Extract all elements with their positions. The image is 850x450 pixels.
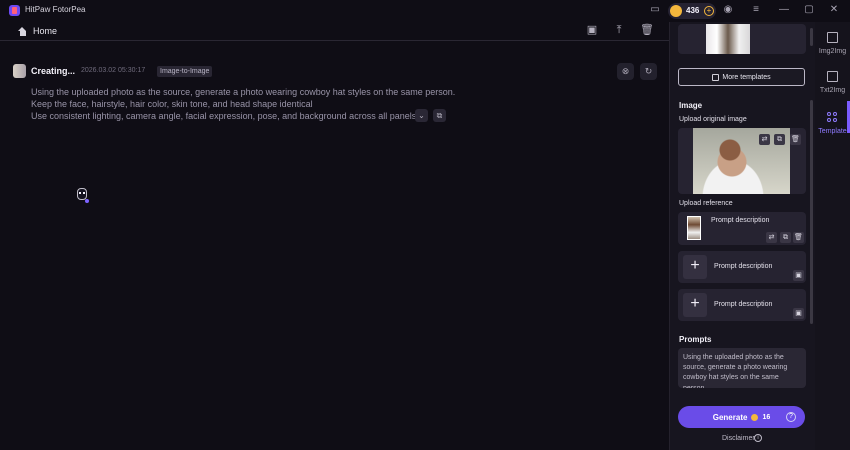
- task-thumbnail: [13, 64, 26, 78]
- prompt-line-1: Using the uploaded photo as the source, …: [31, 87, 456, 97]
- coin-balance[interactable]: 436 +: [668, 3, 716, 19]
- app-title: HitPaw FotorPea: [25, 5, 86, 14]
- reference-label: Prompt description: [714, 263, 773, 270]
- img2img-icon: [827, 32, 838, 43]
- rail-item-txt2img[interactable]: Txt2Img: [815, 66, 850, 102]
- expand-prompt-button[interactable]: ⌄: [415, 109, 428, 122]
- cancel-task-button[interactable]: ⊗: [617, 63, 634, 80]
- template-image: [706, 24, 750, 54]
- prompt-input[interactable]: Using the uploaded photo as the source, …: [678, 348, 806, 388]
- info-icon[interactable]: i: [754, 434, 762, 442]
- reference-thumbnail: [687, 216, 701, 240]
- home-label: Home: [33, 26, 58, 36]
- scrollbar-top[interactable]: [810, 28, 813, 46]
- template-grid-icon: [827, 112, 838, 123]
- add-reference-card[interactable]: + Prompt description ▣: [678, 251, 806, 283]
- generate-cost: 16: [762, 413, 771, 421]
- generate-button[interactable]: Generate 16 ?: [678, 406, 805, 428]
- reference-label: Prompt description: [714, 301, 773, 308]
- help-icon[interactable]: ?: [786, 412, 796, 422]
- reference-card[interactable]: Prompt description ⇄ ⧉ 🗑: [678, 212, 806, 245]
- message-icon[interactable]: ▭: [648, 3, 662, 17]
- replace-icon[interactable]: ⇄: [759, 134, 770, 145]
- app-window: HitPaw FotorPea ▭ 436 + ◉ ≡ — ▢ ✕ Home ▣…: [0, 0, 850, 450]
- disclaimer-link[interactable]: Disclaimer: [722, 435, 755, 442]
- image-icon[interactable]: ▣: [793, 308, 804, 319]
- image-icon[interactable]: ▣: [793, 270, 804, 281]
- header-divider: [0, 40, 670, 41]
- task-time: 05:30:17: [118, 67, 146, 74]
- add-reference-card[interactable]: + Prompt description ▣: [678, 289, 806, 321]
- more-templates-button[interactable]: More templates: [678, 68, 805, 86]
- home-icon: [18, 26, 27, 36]
- txt2img-icon: [827, 71, 838, 82]
- template-preview[interactable]: [678, 24, 806, 54]
- delete-icon[interactable]: 🗑: [793, 232, 804, 243]
- upload-original-label: Upload original image: [679, 116, 747, 123]
- rail-label: Img2Img: [818, 48, 847, 55]
- upload-icon[interactable]: ⤒: [612, 23, 626, 37]
- prompt-text: Using the uploaded photo as the source, …: [683, 354, 788, 388]
- loading-dot: [85, 199, 89, 203]
- close-icon[interactable]: ✕: [827, 3, 841, 17]
- prompt-line-3: Use consistent lighting, camera angle, f…: [31, 111, 427, 122]
- home-link[interactable]: Home: [18, 25, 57, 37]
- more-templates-label: More templates: [722, 73, 771, 81]
- task-status: Creating...: [31, 66, 76, 76]
- image-section-title: Image: [679, 101, 703, 110]
- mascot-eye: [83, 192, 85, 194]
- add-coins-button[interactable]: +: [704, 6, 714, 16]
- plus-icon: +: [683, 255, 707, 279]
- book-icon[interactable]: ▣: [585, 23, 599, 37]
- app-logo-icon: [9, 5, 20, 16]
- mascot-eye: [79, 192, 81, 194]
- menu-icon[interactable]: ≡: [749, 3, 763, 17]
- trash-icon[interactable]: 🗑: [640, 23, 654, 37]
- rail-item-template[interactable]: Template: [815, 107, 850, 143]
- copy-icon[interactable]: ⧉: [774, 134, 785, 145]
- account-icon[interactable]: ◉: [721, 3, 735, 17]
- copy-icon[interactable]: ⧉: [780, 232, 791, 243]
- copy-prompt-button[interactable]: ⧉: [433, 109, 446, 122]
- prompts-section-title: Prompts: [679, 335, 712, 344]
- restore-icon[interactable]: ▢: [802, 3, 816, 17]
- coin-icon: [670, 5, 682, 17]
- rail-item-img2img[interactable]: Img2Img: [815, 27, 850, 63]
- coin-icon: [751, 413, 759, 421]
- side-rail: Img2Img Txt2Img Template: [815, 22, 850, 450]
- task-timestamp: 2026.03.02 05:30:17: [81, 67, 145, 74]
- task-date: 2026.03.02: [81, 67, 117, 74]
- task-type-badge: Image-to-Image: [157, 66, 213, 77]
- title-bar: HitPaw FotorPea ▭ 436 + ◉ ≡ — ▢ ✕: [0, 0, 850, 22]
- rail-label: Template: [818, 128, 847, 135]
- task-prompt: Using the uploaded photo as the source, …: [31, 86, 461, 123]
- loading-mascot-icon: [74, 185, 92, 205]
- generate-label: Generate: [712, 412, 748, 422]
- refresh-task-button[interactable]: ↻: [640, 63, 657, 80]
- scrollbar[interactable]: [810, 100, 813, 324]
- prompt-line-2: Keep the face, hairstyle, hair color, sk…: [31, 99, 313, 110]
- rail-label: Txt2Img: [819, 87, 846, 94]
- reference-label: Prompt description: [711, 217, 770, 224]
- plus-icon: +: [683, 293, 707, 317]
- template-icon: [712, 73, 720, 81]
- replace-icon[interactable]: ⇄: [766, 232, 777, 243]
- coin-count: 436: [686, 6, 700, 15]
- uploaded-image[interactable]: ⇄ ⧉ 🗑: [678, 128, 806, 194]
- delete-icon[interactable]: 🗑: [790, 134, 801, 145]
- upload-reference-label: Upload reference: [679, 200, 733, 207]
- minimize-icon[interactable]: —: [777, 3, 791, 17]
